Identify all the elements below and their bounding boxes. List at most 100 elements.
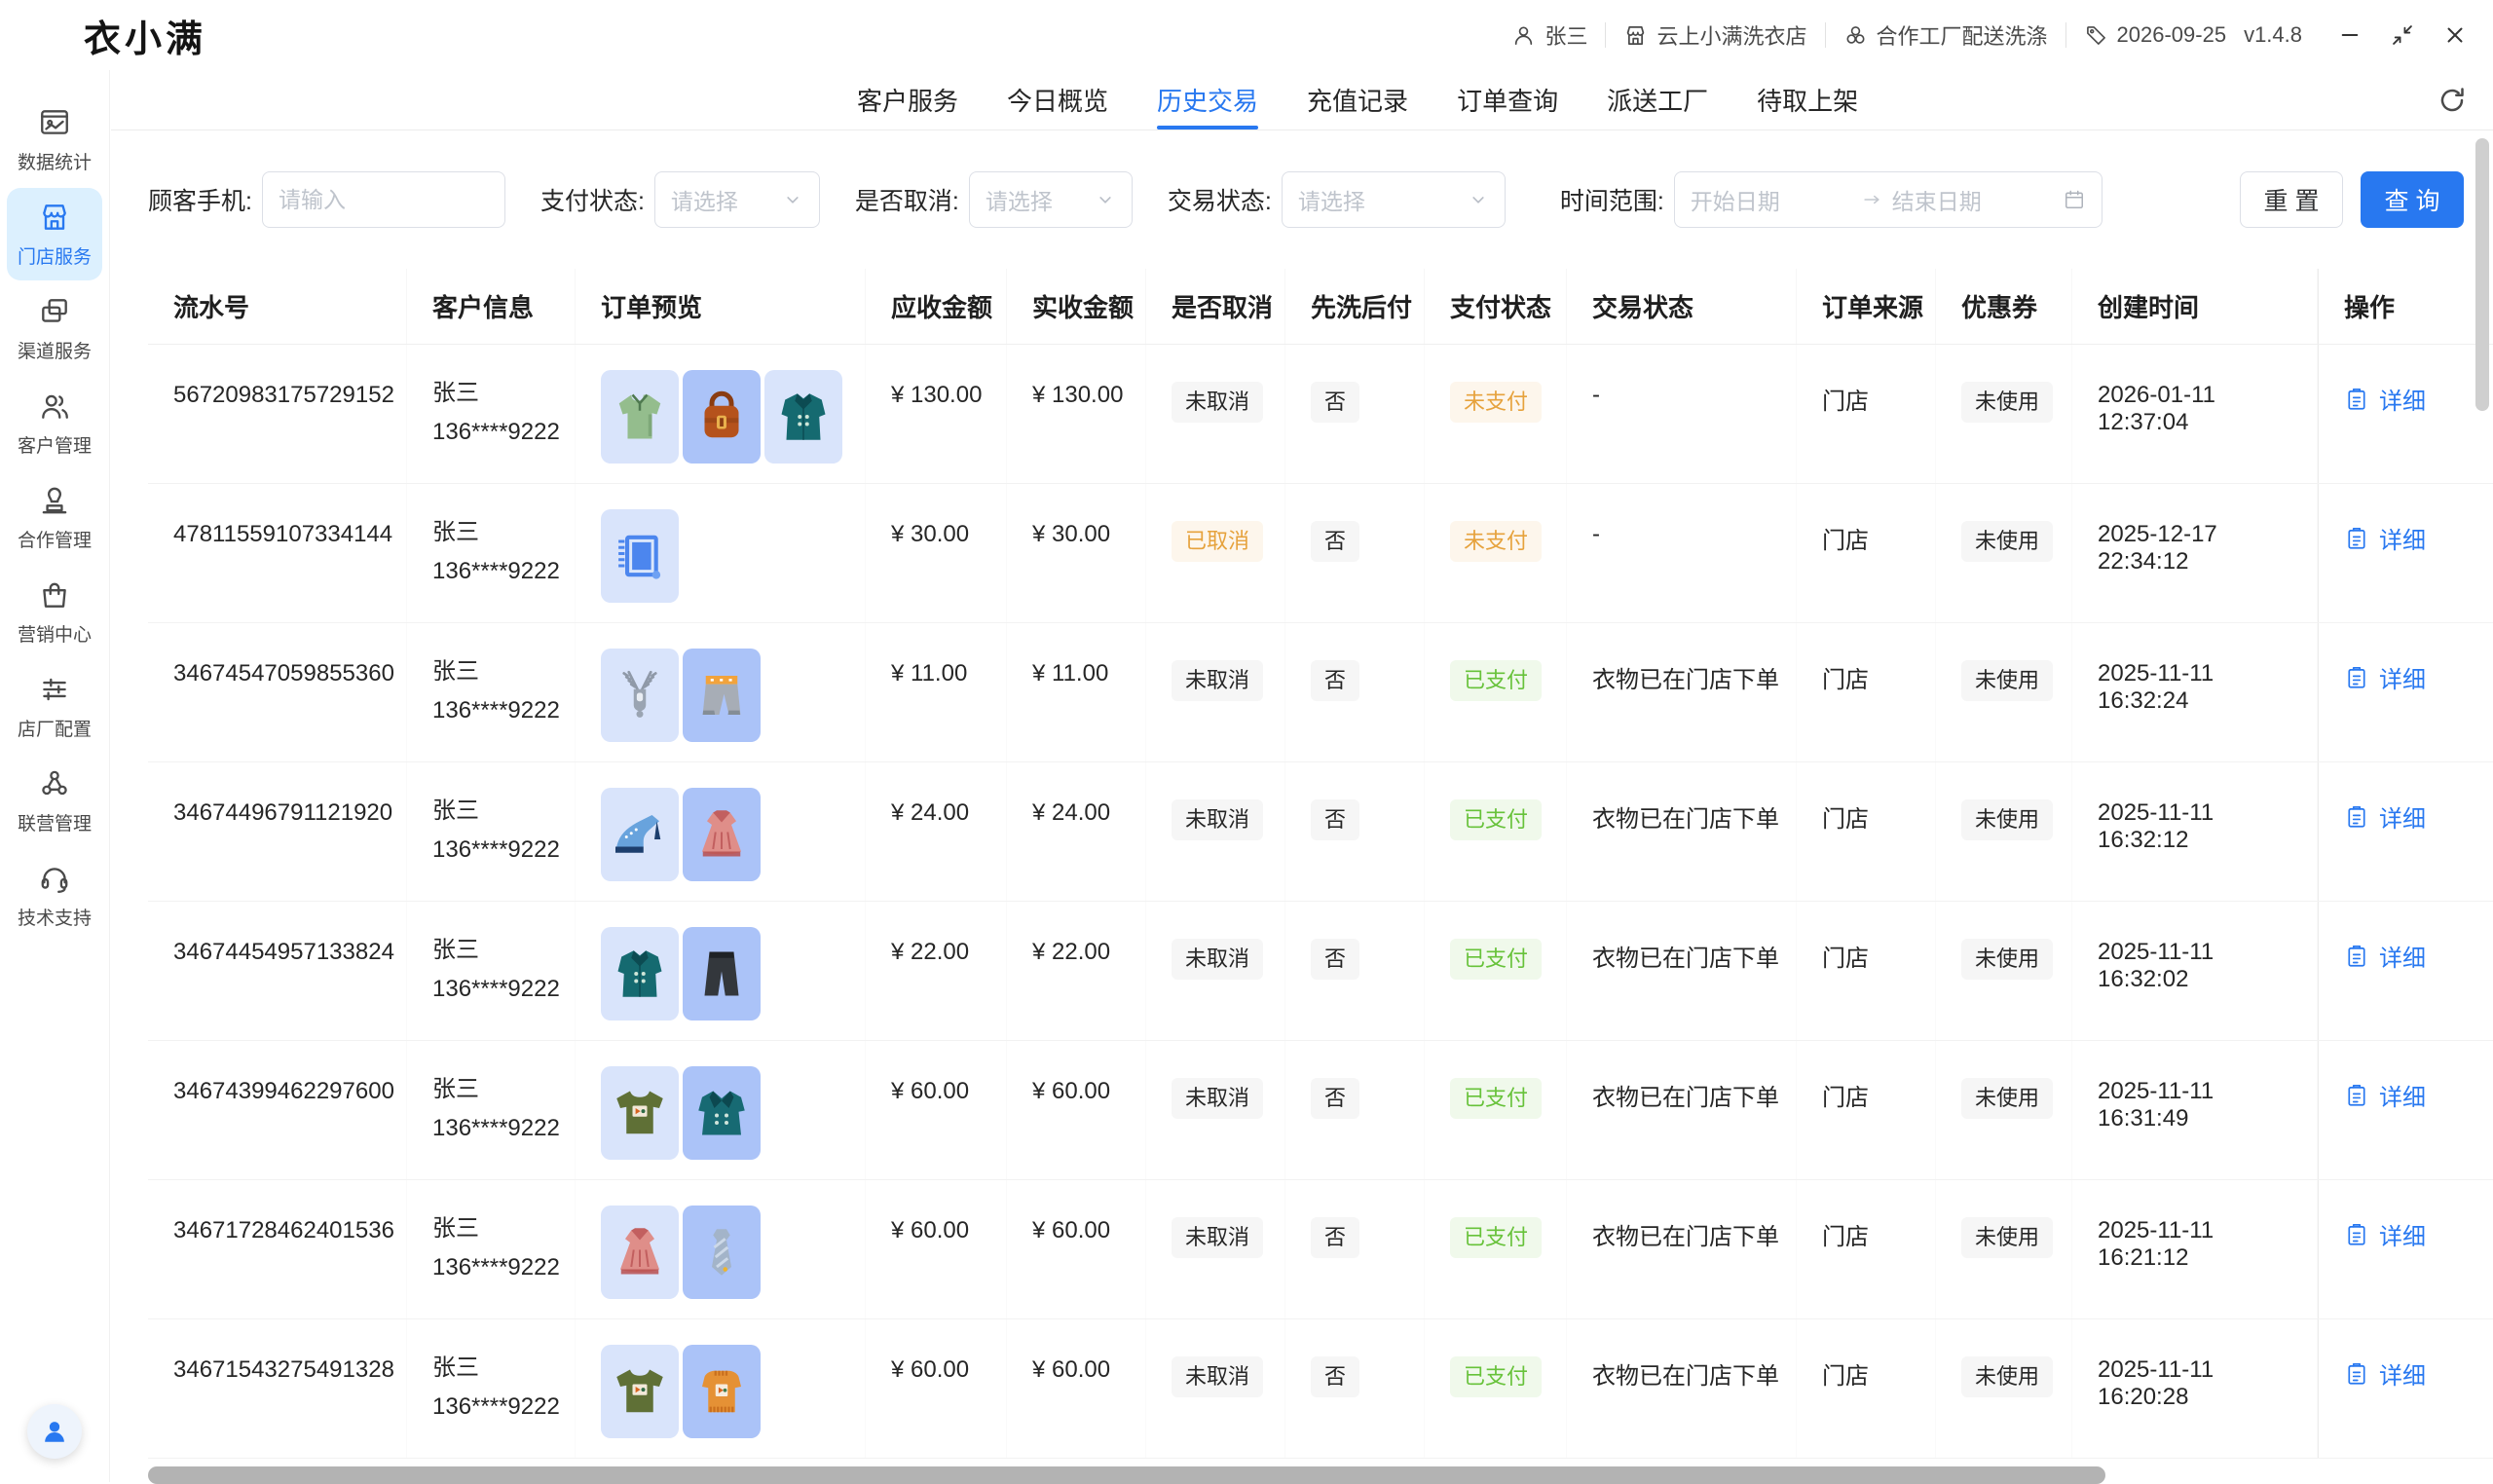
item-thumbnail-dress[interactable] bbox=[601, 1206, 679, 1299]
tab-订单查询[interactable]: 订单查询 bbox=[1457, 70, 1558, 130]
customer-cell: 张三 136****9222 bbox=[407, 902, 576, 1040]
date-range-picker[interactable]: 开始日期 结束日期 bbox=[1674, 171, 2102, 228]
pay-status-select[interactable]: 请选择 bbox=[654, 171, 820, 228]
trade-status-cell: 衣物已在门店下单 bbox=[1567, 1180, 1797, 1318]
trade-status-select[interactable]: 请选择 bbox=[1282, 171, 1506, 228]
coupon-badge: 未使用 bbox=[1961, 939, 2053, 980]
order-preview-cell bbox=[576, 623, 866, 761]
start-date-placeholder: 开始日期 bbox=[1691, 183, 1851, 216]
horizontal-scrollbar[interactable] bbox=[148, 1466, 2105, 1484]
item-thumbnail-zipper[interactable] bbox=[601, 649, 679, 742]
coupon-badge: 未使用 bbox=[1961, 382, 2053, 423]
search-button[interactable]: 查 询 bbox=[2361, 171, 2464, 228]
user-avatar[interactable] bbox=[27, 1404, 82, 1459]
item-thumbnail-sweater[interactable] bbox=[683, 1345, 761, 1438]
phone-input[interactable] bbox=[279, 187, 489, 213]
order-source-cell: 门店 bbox=[1797, 1180, 1936, 1318]
pay-status-cell: 已支付 bbox=[1425, 1041, 1567, 1179]
order-source-cell: 门店 bbox=[1797, 623, 1936, 761]
tab-今日概览[interactable]: 今日概览 bbox=[1007, 70, 1108, 130]
item-thumbnail-polo-shirt[interactable] bbox=[601, 370, 679, 464]
sidebar-item-label: 渠道服务 bbox=[18, 337, 92, 363]
high-heel-icon bbox=[611, 805, 669, 864]
minimize-button[interactable] bbox=[2337, 22, 2363, 48]
item-thumbnail-coat[interactable] bbox=[764, 370, 842, 464]
detail-link[interactable]: 详细 bbox=[2344, 1217, 2426, 1251]
item-thumbnail-tshirt[interactable] bbox=[601, 1345, 679, 1438]
detail-link[interactable]: 详细 bbox=[2344, 799, 2426, 834]
chevron-down-icon bbox=[1468, 189, 1489, 210]
item-thumbnail-jacket[interactable] bbox=[683, 1066, 761, 1160]
sidebar-item-partner[interactable]: 合作管理 bbox=[7, 471, 102, 564]
table-row: 56720983175729152 张三 136****9222 ¥ 130.0… bbox=[148, 345, 2493, 484]
tab-客户服务[interactable]: 客户服务 bbox=[857, 70, 958, 130]
detail-link[interactable]: 详细 bbox=[2344, 521, 2426, 555]
item-thumbnail-coat[interactable] bbox=[601, 927, 679, 1020]
customer-cell: 张三 136****9222 bbox=[407, 1319, 576, 1458]
reset-button[interactable]: 重 置 bbox=[2240, 171, 2343, 228]
current-user[interactable]: 张三 bbox=[1511, 19, 1587, 51]
close-button[interactable] bbox=[2442, 22, 2468, 48]
detail-link[interactable]: 详细 bbox=[2344, 1078, 2426, 1112]
cancel-status-cell: 未取消 bbox=[1146, 762, 1285, 901]
detail-link[interactable]: 详细 bbox=[2344, 1356, 2426, 1391]
customer-name: 张三 bbox=[432, 1217, 565, 1241]
coupon-cell: 未使用 bbox=[1936, 1180, 2072, 1318]
tab-历史交易[interactable]: 历史交易 bbox=[1157, 70, 1258, 130]
sidebar-item-alliance[interactable]: 联营管理 bbox=[7, 755, 102, 847]
tab-充值记录[interactable]: 充值记录 bbox=[1307, 70, 1408, 130]
item-thumbnail-handbag[interactable] bbox=[683, 370, 761, 464]
receivable-amount-cell: ¥ 60.00 bbox=[866, 1180, 1007, 1318]
item-thumbnail-pants[interactable] bbox=[683, 927, 761, 1020]
coupon-badge: 未使用 bbox=[1961, 1078, 2053, 1119]
created-at-cell: 2025-11-11 16:32:12 bbox=[2072, 762, 2318, 901]
detail-link[interactable]: 详细 bbox=[2344, 382, 2426, 416]
coupon-badge: 未使用 bbox=[1961, 521, 2053, 562]
store-name-item[interactable]: 云上小满洗衣店 bbox=[1623, 19, 1806, 51]
end-date-placeholder: 结束日期 bbox=[1892, 183, 2053, 216]
sidebar-item-config[interactable]: 店厂配置 bbox=[7, 660, 102, 753]
item-thumbnail-dress[interactable] bbox=[683, 788, 761, 881]
wash-first-cell: 否 bbox=[1285, 1180, 1425, 1318]
sidebar-item-support[interactable]: 技术支持 bbox=[7, 849, 102, 942]
item-thumbnail-high-heel[interactable] bbox=[601, 788, 679, 881]
tab-派送工厂[interactable]: 派送工厂 bbox=[1607, 70, 1708, 130]
cancel-status-badge: 未取消 bbox=[1172, 660, 1263, 701]
arrow-right-icon bbox=[1861, 189, 1882, 210]
customer-phone: 136****9222 bbox=[432, 699, 565, 723]
trade-status-filter-label: 交易状态: bbox=[1168, 182, 1272, 217]
item-thumbnail-mat[interactable] bbox=[601, 509, 679, 603]
cancel-select[interactable]: 请选择 bbox=[969, 171, 1133, 228]
wash-first-badge: 否 bbox=[1311, 939, 1359, 980]
detail-link[interactable]: 详细 bbox=[2344, 939, 2426, 973]
coupon-badge: 未使用 bbox=[1961, 1217, 2053, 1258]
wash-first-cell: 否 bbox=[1285, 1041, 1425, 1179]
created-at-cell: 2026-01-11 12:37:04 bbox=[2072, 345, 2318, 483]
item-thumbnail-tie[interactable] bbox=[683, 1206, 761, 1299]
sidebar-item-data-stats[interactable]: 数据统计 bbox=[7, 93, 102, 186]
sidebar-item-customers[interactable]: 客户管理 bbox=[7, 377, 102, 469]
coupon-badge: 未使用 bbox=[1961, 660, 2053, 701]
detail-link[interactable]: 详细 bbox=[2344, 660, 2426, 694]
item-thumbnail-tshirt[interactable] bbox=[601, 1066, 679, 1160]
receivable-amount-cell: ¥ 60.00 bbox=[866, 1041, 1007, 1179]
customer-name: 张三 bbox=[432, 1356, 565, 1380]
restore-window-button[interactable] bbox=[2390, 22, 2415, 48]
customer-name: 张三 bbox=[432, 939, 565, 962]
pay-status-badge: 已支付 bbox=[1450, 1356, 1542, 1397]
tab-待取上架[interactable]: 待取上架 bbox=[1757, 70, 1858, 130]
select-placeholder: 请选择 bbox=[986, 183, 1053, 216]
item-thumbnail-jeans[interactable] bbox=[683, 649, 761, 742]
partner-service-item[interactable]: 合作工厂配送洗涤 bbox=[1843, 19, 2048, 51]
pay-status-badge: 已支付 bbox=[1450, 939, 1542, 980]
cancel-status-badge: 已取消 bbox=[1172, 521, 1263, 562]
customer-phone: 136****9222 bbox=[432, 421, 565, 444]
sidebar-item-channel[interactable]: 渠道服务 bbox=[7, 282, 102, 375]
vertical-scrollbar[interactable] bbox=[2475, 138, 2489, 411]
trade-status-cell: 衣物已在门店下单 bbox=[1567, 1319, 1797, 1458]
sidebar-item-marketing[interactable]: 营销中心 bbox=[7, 566, 102, 658]
refresh-icon[interactable] bbox=[2437, 85, 2468, 116]
sidebar-item-store[interactable]: 门店服务 bbox=[7, 188, 102, 280]
receivable-amount-cell: ¥ 30.00 bbox=[866, 484, 1007, 622]
tie-icon bbox=[692, 1223, 751, 1281]
